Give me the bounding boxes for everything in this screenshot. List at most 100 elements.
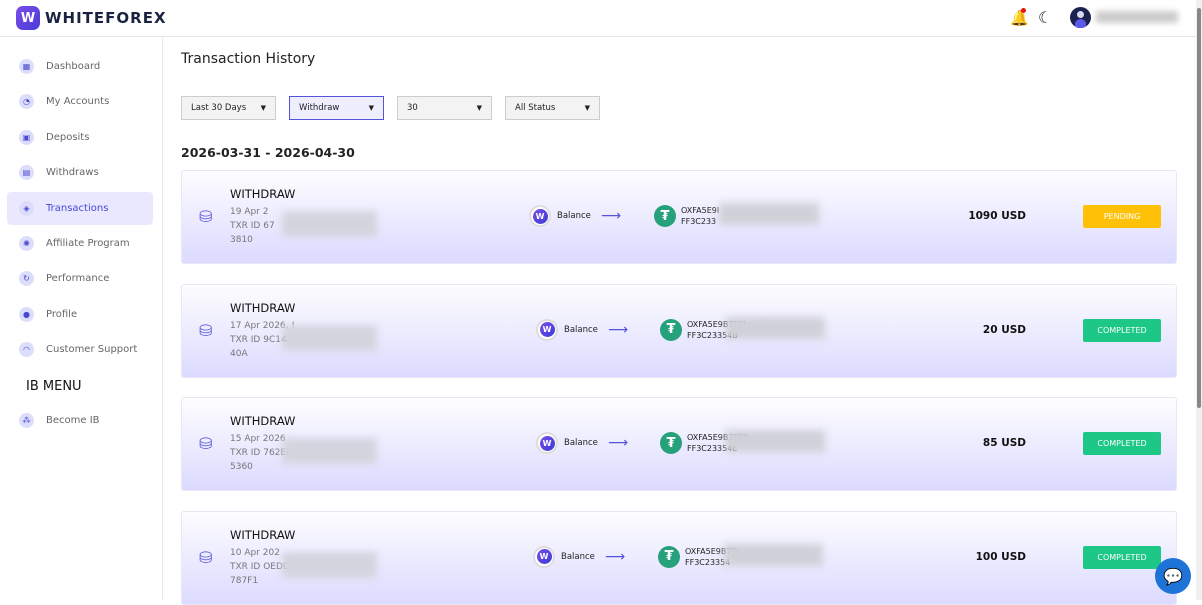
sidebar-item-customer-support[interactable]: ◠ Customer Support — [7, 333, 153, 366]
filter-select-1[interactable]: Withdraw ▼ — [289, 96, 384, 120]
transaction-card[interactable]: ⛁ WITHDRAW 17 Apr 2026, ! TXR ID 9C14A1 … — [181, 283, 1177, 378]
dark-mode-moon-icon[interactable]: ☾ — [1038, 8, 1052, 27]
transaction-type: WITHDRAW — [230, 527, 296, 542]
sidebar-item-deposits[interactable]: ▣ Deposits — [7, 121, 153, 154]
transaction-type: WITHDRAW — [230, 300, 296, 315]
sidebar-item-label: Dashboard — [46, 61, 101, 72]
tether-usdt-icon: ₮ — [660, 318, 682, 341]
caret-down-icon: ▼ — [584, 104, 590, 112]
my-accounts-icon: ◔ — [19, 94, 34, 110]
brand-name: WHITEFOREX — [45, 9, 167, 27]
transaction-id-tail: 3810 — [230, 235, 253, 245]
whiteforex-coin-icon: W — [529, 205, 551, 227]
transaction-amount: 100 USD — [975, 550, 1026, 563]
chat-support-button[interactable]: 💬 — [1155, 558, 1191, 594]
sidebar-item-affiliate-program[interactable]: ✺ Affiliate Program — [7, 227, 153, 260]
dashboard-icon: ▦ — [19, 59, 34, 74]
transaction-id: TXR ID 67 — [230, 221, 275, 231]
redacted-address — [725, 430, 825, 452]
sidebar-item-my-accounts[interactable]: ◔ My Accounts — [7, 85, 153, 118]
sidebar-item-withdraws[interactable]: ▤ Withdraws — [7, 156, 153, 189]
arrow-right-icon: ⟶ — [608, 435, 629, 451]
sidebar-item-become-ib[interactable]: ⁂ Become IB — [7, 404, 153, 437]
arrow-right-icon: ⟶ — [601, 208, 622, 224]
redacted-address — [719, 203, 819, 225]
performance-icon: ↻ — [19, 271, 34, 287]
transaction-id-tail: 5360 — [230, 462, 253, 472]
arrow-right-icon: ⟶ — [605, 548, 626, 565]
coin-stack-icon: ⛁ — [199, 547, 213, 567]
transaction-date: 15 Apr 2026 — [230, 434, 286, 444]
transaction-id-tail: 40A — [230, 348, 248, 359]
avatar[interactable] — [1070, 7, 1091, 28]
redacted-details — [282, 324, 377, 351]
notification-bell-icon[interactable]: 🔔 — [1010, 9, 1029, 27]
source-label: Balance — [557, 211, 591, 221]
status-badge: COMPLETED — [1083, 432, 1161, 455]
filter-select-3[interactable]: All Status ▼ — [505, 96, 600, 120]
status-badge: PENDING — [1083, 205, 1161, 228]
sidebar-item-label: My Accounts — [46, 96, 110, 108]
logo[interactable]: W WHITEFOREX — [16, 6, 167, 30]
filter-value: All Status — [515, 103, 556, 113]
sidebar-item-label: Affiliate Program — [46, 238, 130, 249]
transaction-id-tail: 787F1 — [230, 575, 259, 586]
profile-icon: ● — [19, 306, 34, 322]
transaction-card[interactable]: ⛁ WITHDRAW 15 Apr 2026 TXR ID 762EE2 536… — [181, 397, 1177, 491]
transaction-date: 19 Apr 2 — [230, 207, 269, 217]
notification-dot — [1021, 8, 1026, 13]
transaction-date: 10 Apr 202 — [230, 547, 280, 558]
transaction-card[interactable]: ⛁ WITHDRAW 10 Apr 202 TXR ID OEDD 787F1 … — [181, 510, 1177, 605]
wallet-address: OXFA5E9I FF3C233 — [681, 206, 720, 226]
filter-value: Withdraw — [299, 103, 340, 113]
coin-stack-icon: ⛁ — [199, 320, 213, 340]
transaction-id: TXR ID OEDD — [230, 561, 290, 572]
coin-stack-icon: ⛁ — [199, 207, 213, 226]
redacted-address — [723, 543, 823, 566]
transaction-amount: 20 USD — [982, 323, 1026, 336]
redacted-address — [725, 316, 825, 339]
sidebar-item-dashboard[interactable]: ▦ Dashboard — [7, 50, 153, 83]
whiteforex-coin-icon: W — [536, 432, 558, 454]
filter-select-2[interactable]: 30 ▼ — [397, 96, 492, 120]
sidebar-item-label: Transactions — [46, 202, 109, 214]
chat-icon: 💬 — [1163, 566, 1183, 586]
caret-down-icon: ▼ — [368, 104, 374, 112]
page-title: Transaction History — [181, 51, 316, 67]
sidebar-item-label: Withdraws — [46, 167, 99, 179]
customer-support-icon: ◠ — [19, 342, 34, 358]
redacted-details — [282, 551, 377, 578]
sidebar-item-label: Deposits — [46, 131, 90, 143]
filter-value: Last 30 Days — [191, 103, 247, 113]
transaction-card[interactable]: ⛁ WITHDRAW 19 Apr 2 TXR ID 67 3810 W Bal… — [181, 170, 1177, 264]
coin-stack-icon: ⛁ — [199, 434, 213, 453]
arrow-right-icon: ⟶ — [608, 321, 629, 338]
transaction-type: WITHDRAW — [230, 414, 296, 428]
sidebar-item-label: Customer Support — [46, 344, 138, 356]
filter-select-0[interactable]: Last 30 Days ▼ — [181, 96, 276, 120]
whiteforex-coin-icon: W — [533, 545, 555, 568]
caret-down-icon: ▼ — [476, 104, 482, 112]
tether-usdt-icon: ₮ — [660, 432, 682, 454]
ib-menu-heading: IB MENU — [26, 379, 82, 394]
redacted-details — [282, 438, 377, 464]
main-content: Transaction History 2026-03-31 - 2026-04… — [163, 37, 1196, 605]
scrollbar-thumb[interactable] — [1197, 8, 1201, 408]
logo-mark: W — [16, 6, 40, 30]
transactions-icon: ◈ — [19, 200, 34, 216]
sidebar-item-transactions[interactable]: ◈ Transactions — [7, 191, 153, 225]
source-label: Balance — [564, 324, 598, 335]
status-badge: COMPLETED — [1083, 318, 1161, 342]
sidebar-item-profile[interactable]: ● Profile — [7, 298, 153, 331]
scrollbar[interactable] — [1196, 0, 1202, 600]
status-badge: COMPLETED — [1083, 545, 1161, 569]
transaction-amount: 85 USD — [982, 437, 1026, 449]
sidebar-item-performance[interactable]: ↻ Performance — [7, 262, 153, 295]
sidebar-item-label: Performance — [46, 273, 110, 285]
top-header: W WHITEFOREX 🔔 ☾ — [0, 0, 1196, 37]
tether-usdt-icon: ₮ — [654, 205, 676, 227]
whiteforex-coin-icon: W — [536, 318, 558, 341]
user-name-redacted[interactable] — [1096, 11, 1178, 23]
transaction-type: WITHDRAW — [230, 187, 296, 201]
deposits-icon: ▣ — [19, 129, 34, 145]
